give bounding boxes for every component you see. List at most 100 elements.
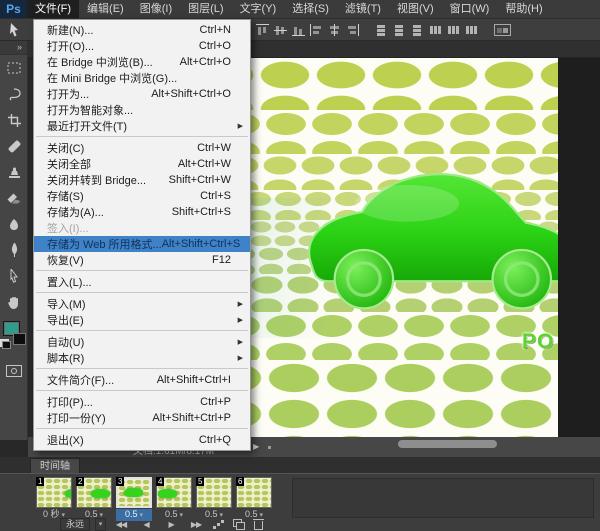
file-menu-item[interactable]: 置入(L)... xyxy=(34,274,250,290)
background-color-swatch[interactable] xyxy=(13,333,26,345)
path-selection-tool[interactable] xyxy=(0,263,28,289)
default-colors-icon[interactable] xyxy=(2,341,11,349)
file-menu-item[interactable]: 导入(M) ▶ xyxy=(34,296,250,312)
menu-item-label: 关闭并转到 Bridge... xyxy=(47,175,147,187)
menubar-item[interactable]: 编辑(E) xyxy=(79,0,132,18)
file-menu-item[interactable] xyxy=(36,292,248,293)
submenu-arrow-icon: ▶ xyxy=(237,339,243,346)
loop-count-dropdown[interactable]: 永远 xyxy=(60,518,91,531)
menu-item-shortcut: Alt+Shift+Ctrl+O xyxy=(151,88,231,100)
file-menu-item[interactable]: 关闭并转到 Bridge... Shift+Ctrl+W xyxy=(34,172,250,188)
align-left-edges-icon[interactable] xyxy=(310,24,323,36)
file-menu-item[interactable]: 签入(I)... xyxy=(34,220,250,236)
horizontal-scrollbar-thumb[interactable] xyxy=(398,440,497,448)
file-menu-item[interactable]: 自动(U) ▶ xyxy=(34,334,250,350)
menubar-item[interactable]: 文件(F) xyxy=(27,0,80,18)
animation-frame[interactable]: 2 0.5 xyxy=(76,477,112,521)
duplicate-frame-button[interactable] xyxy=(232,518,248,531)
file-menu-item[interactable] xyxy=(36,270,248,271)
timeline-panel: 1 0 秒 2 0.5 3 xyxy=(0,473,600,531)
align-right-edges-icon[interactable] xyxy=(346,24,359,36)
auto-align-layers-icon[interactable] xyxy=(494,24,511,36)
play-button[interactable]: ▶ xyxy=(161,518,181,531)
file-menu-item[interactable]: 导出(E) ▶ xyxy=(34,312,250,328)
file-menu-item[interactable]: 打开(O)... Ctrl+O xyxy=(34,38,250,54)
animation-frame[interactable]: 5 0.5 xyxy=(196,477,232,521)
submenu-arrow-icon: ▶ xyxy=(237,301,243,308)
clone-stamp-tool[interactable] xyxy=(0,159,28,185)
file-menu-item[interactable]: 退出(X) Ctrl+Q xyxy=(34,432,250,448)
file-menu-item[interactable] xyxy=(36,136,248,137)
delete-frame-button[interactable] xyxy=(253,518,265,531)
animation-frame[interactable]: 6 0.5 xyxy=(236,477,272,521)
status-flyout-arrow[interactable]: ▶ xyxy=(253,442,259,451)
green-car-graphic xyxy=(308,173,558,310)
distribute-horizontal-centers-icon[interactable] xyxy=(447,24,460,36)
file-menu-item[interactable]: 打开为... Alt+Shift+Ctrl+O xyxy=(34,86,250,102)
lasso-tool[interactable] xyxy=(0,81,28,107)
file-menu-item[interactable]: 关闭(C) Ctrl+W xyxy=(34,140,250,156)
file-menu-item[interactable]: 存储为(A)... Shift+Ctrl+S xyxy=(34,204,250,220)
distribute-left-edges-icon[interactable] xyxy=(429,24,442,36)
distribute-vertical-centers-icon[interactable] xyxy=(393,24,406,36)
file-menu-item[interactable]: 打印一份(Y) Alt+Shift+Ctrl+P xyxy=(34,410,250,426)
file-menu-item[interactable] xyxy=(36,428,248,429)
animation-frame[interactable]: 4 0.5 xyxy=(156,477,192,521)
rectangular-marquee-tool[interactable] xyxy=(0,55,28,81)
previous-frame-button[interactable]: ◀ xyxy=(136,518,156,531)
crop-tool[interactable] xyxy=(0,107,28,133)
file-menu-item[interactable]: 在 Bridge 中浏览(B)... Alt+Ctrl+O xyxy=(34,54,250,70)
align-bottom-edges-icon[interactable] xyxy=(292,24,305,36)
menubar-item[interactable]: 视图(V) xyxy=(389,0,442,18)
file-menu-item[interactable]: 恢复(V) F12 xyxy=(34,252,250,268)
file-menu-item[interactable]: 关闭全部 Alt+Ctrl+W xyxy=(34,156,250,172)
animation-frame[interactable]: 3 0.5 xyxy=(116,477,152,521)
healing-brush-tool[interactable] xyxy=(0,133,28,159)
menubar-item[interactable]: 文字(Y) xyxy=(232,0,285,18)
distribute-right-edges-icon[interactable] xyxy=(465,24,478,36)
first-frame-button[interactable]: ◀◀ xyxy=(111,518,131,531)
menubar-item[interactable]: 图层(L) xyxy=(180,0,231,18)
distribute-top-edges-icon[interactable] xyxy=(375,24,388,36)
menubar-item-label: 选择(S) xyxy=(292,3,329,15)
loop-caret-icon[interactable]: ▾ xyxy=(95,518,107,531)
menu-item-label: 在 Bridge 中浏览(B)... xyxy=(47,57,153,69)
animation-frame[interactable]: 1 0 秒 xyxy=(36,477,72,521)
menu-item-label: 导出(E) xyxy=(47,315,84,327)
menubar-item[interactable]: 图像(I) xyxy=(132,0,180,18)
file-menu-item[interactable]: 脚本(R) ▶ xyxy=(34,350,250,366)
frame-car-graphic xyxy=(158,489,177,498)
tween-button[interactable] xyxy=(211,518,228,531)
smudge-tool[interactable] xyxy=(0,211,28,237)
file-menu-item[interactable]: 存储为 Web 所用格式... Alt+Shift+Ctrl+S xyxy=(34,236,250,252)
align-top-edges-icon[interactable] xyxy=(256,24,269,36)
file-menu-item[interactable] xyxy=(36,390,248,391)
menu-item-label: 脚本(R) xyxy=(47,353,85,365)
next-frame-button[interactable]: ▶▶ xyxy=(186,518,206,531)
file-menu-item[interactable]: 最近打开文件(T) ▶ xyxy=(34,118,250,134)
canvas-watermark-text: PO xyxy=(522,330,555,353)
file-menu-item[interactable] xyxy=(36,368,248,369)
timeline-tab[interactable]: 时间轴 xyxy=(30,458,80,473)
pen-tool[interactable] xyxy=(0,237,28,263)
quick-mask-mode-button[interactable] xyxy=(5,365,22,377)
menubar-item[interactable]: 窗口(W) xyxy=(442,0,498,18)
file-menu-item[interactable]: 打印(P)... Ctrl+P xyxy=(34,394,250,410)
file-menu-item[interactable] xyxy=(36,330,248,331)
menubar-item-label: 图层(L) xyxy=(188,3,224,15)
file-menu-item[interactable]: 打开为智能对象... xyxy=(34,102,250,118)
menubar-item[interactable]: 帮助(H) xyxy=(497,0,550,18)
menu-item-label: 打开为... xyxy=(47,89,90,101)
panel-collapse-button[interactable]: » xyxy=(0,41,27,55)
file-menu-item[interactable]: 在 Mini Bridge 中浏览(G)... xyxy=(34,70,250,86)
menubar-item[interactable]: 选择(S) xyxy=(284,0,337,18)
eraser-tool[interactable] xyxy=(0,185,28,211)
align-horizontal-centers-icon[interactable] xyxy=(328,24,341,36)
menubar-item[interactable]: 滤镜(T) xyxy=(337,0,389,18)
align-vertical-centers-icon[interactable] xyxy=(274,24,287,36)
file-menu-item[interactable]: 存储(S) Ctrl+S xyxy=(34,188,250,204)
file-menu-item[interactable]: 新建(N)... Ctrl+N xyxy=(34,22,250,38)
file-menu-item[interactable]: 文件简介(F)... Alt+Shift+Ctrl+I xyxy=(34,372,250,388)
hand-tool[interactable] xyxy=(0,289,28,315)
distribute-bottom-edges-icon[interactable] xyxy=(411,24,424,36)
